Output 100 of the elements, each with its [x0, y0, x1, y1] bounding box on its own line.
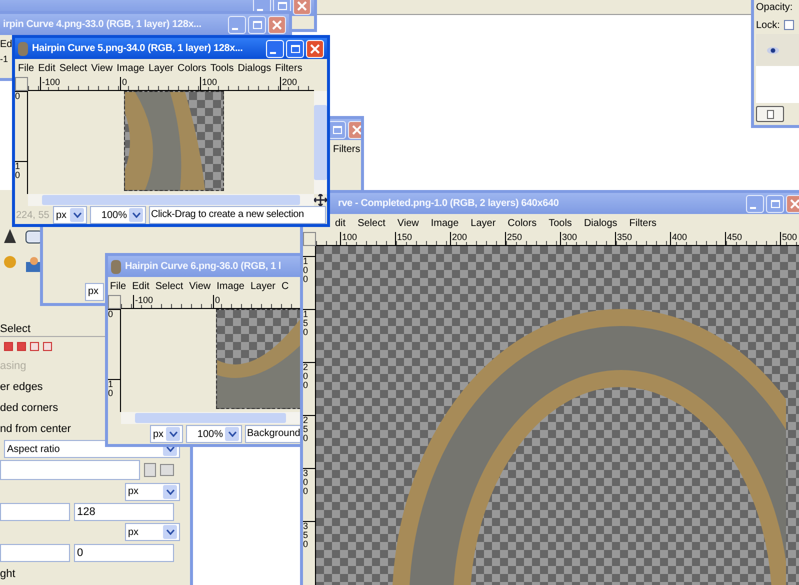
minimize-icon [750, 206, 756, 208]
ruler-label: 350 [303, 522, 310, 549]
vertical-scrollbar[interactable] [314, 91, 327, 194]
ruler-label: 300 [562, 232, 578, 242]
ruler-label: 200 [452, 232, 468, 242]
dropdown[interactable]: px [53, 206, 87, 224]
menu-item[interactable]: Image [430, 216, 459, 230]
spin-field[interactable] [0, 544, 70, 562]
lock-checkbox[interactable] [784, 20, 794, 30]
ruler-label: -100 [42, 77, 60, 87]
ruler-label: 150 [303, 310, 310, 337]
window-title: Hairpin Curve 5.png-34.0 (RGB, 1 layer) 128x... [32, 42, 243, 56]
ruler-label: 100 [202, 77, 218, 87]
ruler-label: 400 [672, 232, 688, 242]
menu-item[interactable]: Image [216, 278, 244, 294]
close-button[interactable] [268, 16, 286, 34]
menu-item[interactable]: Layer [250, 278, 276, 294]
option-label: er edges [0, 380, 43, 396]
ruler-label: 200 [282, 77, 298, 87]
menu-item[interactable]: Filters [333, 142, 360, 156]
dropdown[interactable]: px [125, 523, 180, 542]
menu-item[interactable]: Image [116, 60, 144, 76]
menu-item[interactable]: Dialogs [238, 60, 272, 76]
ruler-label: 0 [215, 295, 220, 305]
menu-item[interactable]: File [18, 60, 34, 76]
close-icon [352, 124, 361, 134]
option-label: nd from center [0, 422, 71, 438]
caret-icon [228, 431, 236, 437]
menu-item[interactable]: View [189, 278, 211, 294]
ruler-label: 300 [303, 469, 310, 496]
minimize-button[interactable] [228, 16, 246, 34]
dropdown[interactable]: 100% [90, 206, 146, 224]
spin-field[interactable]: 128 [74, 502, 174, 521]
ruler-label: 0 [15, 92, 22, 101]
ruler-label: 500 [782, 232, 798, 242]
menu-item[interactable]: Select [155, 278, 184, 294]
menu-item[interactable]: Select [358, 216, 386, 230]
menu-item[interactable]: File [110, 278, 126, 294]
minimize-icon [270, 52, 276, 54]
ruler-label: 350 [617, 232, 632, 242]
caret-icon [132, 212, 140, 218]
menu-item[interactable]: Edit [132, 278, 150, 294]
status-message: Click-Drag to create a new selection [149, 206, 326, 224]
ruler-label: 450 [727, 232, 742, 242]
menu-item[interactable]: Dialogs [584, 216, 618, 230]
maximize-icon [332, 126, 342, 134]
ruler-label: 150 [397, 232, 412, 242]
new-layer-button[interactable] [756, 106, 784, 122]
close-icon [272, 20, 282, 30]
option-label: ght [0, 567, 16, 582]
menu-item[interactable]: Ed [0, 36, 12, 52]
menu-item[interactable]: Colors [177, 60, 206, 76]
horizontal-scrollbar[interactable] [28, 194, 314, 206]
ruler-label: 0 [108, 310, 114, 319]
menu-item[interactable]: Select [59, 60, 88, 76]
close-button[interactable] [293, 0, 311, 14]
ruler-label: 100 [342, 232, 358, 242]
spin-field[interactable]: 0 [74, 544, 174, 562]
menu-item[interactable]: Layer [470, 216, 496, 230]
close-icon [310, 44, 320, 54]
eye-icon[interactable] [766, 46, 780, 54]
dropdown[interactable]: px [125, 482, 180, 501]
tool-icon[interactable] [2, 228, 18, 244]
window-title: rve - Completed.png-1.0 (RGB, 2 layers) 640x640 [338, 197, 559, 211]
caret-icon [72, 212, 82, 218]
menu-item[interactable]: Tools [210, 60, 234, 76]
dropdown[interactable]: px [150, 425, 183, 443]
minimize-icon [257, 8, 263, 10]
unit-field[interactable]: px [85, 283, 104, 301]
page-icon [766, 110, 774, 118]
menu-item[interactable]: View [91, 60, 113, 76]
menu-item[interactable]: C [281, 278, 289, 294]
menu-item[interactable]: Layer [148, 60, 174, 76]
ruler-label: -100 [135, 295, 154, 305]
spin-field[interactable] [0, 502, 70, 521]
app-icon [111, 260, 121, 274]
menu-item[interactable]: dit [335, 216, 346, 230]
app-icon [18, 42, 28, 56]
menu-item[interactable]: Colors [508, 216, 537, 230]
ruler-label: 0 [122, 77, 128, 87]
menu-item[interactable]: View [397, 216, 419, 230]
minimize-icon [232, 28, 238, 30]
ruler-label: -1 [0, 53, 8, 66]
input-field[interactable] [0, 460, 140, 480]
option-label: asing [0, 359, 26, 374]
move-icon[interactable] [314, 194, 327, 206]
close-button[interactable] [786, 194, 799, 212]
menu-item[interactable]: Filters [275, 60, 302, 76]
ruler-label: 10 [108, 380, 114, 398]
minimize-button[interactable] [746, 194, 764, 212]
maximize-icon [770, 200, 780, 208]
window-title: irpin Curve 4.png-33.0 (RGB, 1 layer) 128x... [3, 18, 202, 32]
menu-item[interactable]: Tools [548, 216, 572, 230]
menu-item[interactable]: Filters [629, 216, 657, 230]
dropdown[interactable]: 100% [186, 425, 242, 443]
status-message: Background [245, 425, 300, 443]
menu-item[interactable]: Edit [38, 60, 56, 76]
horizontal-scrollbar[interactable] [121, 412, 300, 424]
close-icon [297, 0, 307, 10]
maximize-icon [290, 44, 300, 52]
